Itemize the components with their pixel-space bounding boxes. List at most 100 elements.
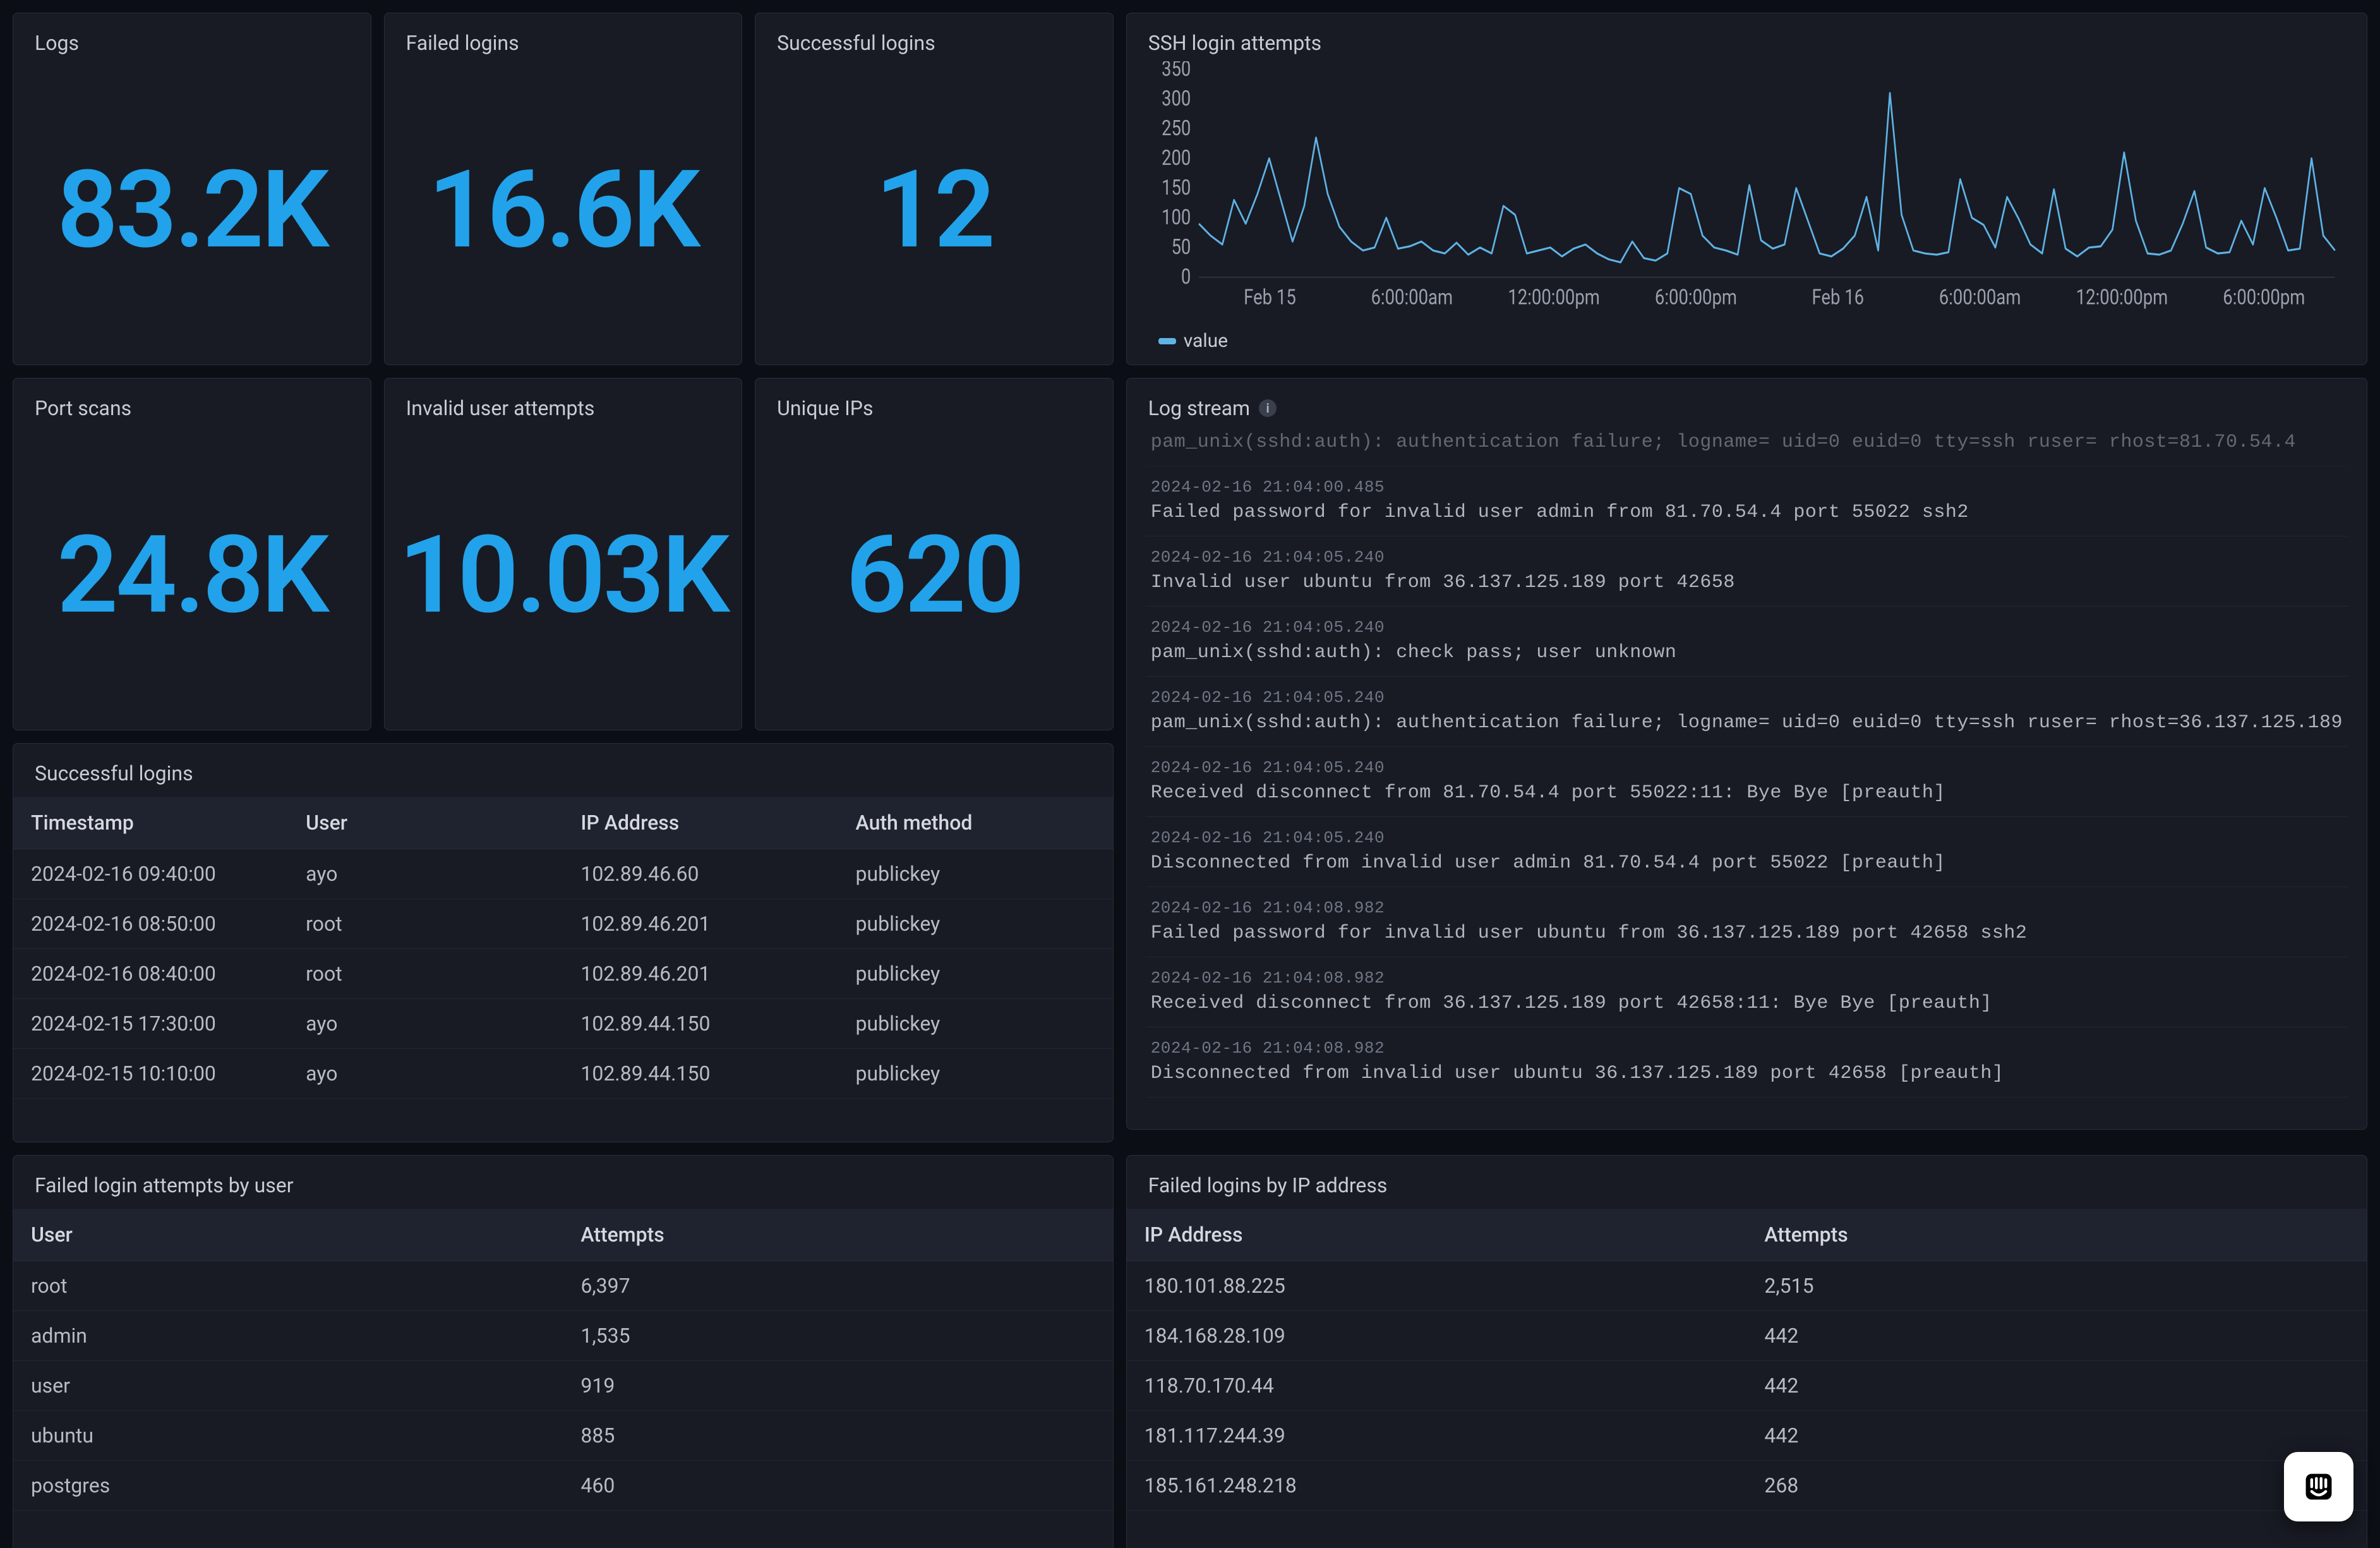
log-timestamp: 2024-02-16 21:04:05.240: [1151, 828, 2343, 847]
stat-panel-invalid-user-attempts[interactable]: Invalid user attempts 10.03K: [384, 378, 743, 730]
failed-by-user-table: User Attempts root6,397admin1,535user919…: [13, 1209, 1113, 1511]
stat-value: 16.6K: [385, 55, 742, 365]
table-row[interactable]: 181.117.244.39442: [1127, 1411, 2367, 1461]
col-attempts[interactable]: Attempts: [563, 1209, 1112, 1261]
log-message: Failed password for invalid user ubuntu …: [1151, 922, 2343, 944]
panel-title: SSH login attempts: [1127, 13, 2367, 55]
log-timestamp: 2024-02-16 21:04:05.240: [1151, 688, 2343, 707]
ssh-attempts-chart[interactable]: 050100150200250300350Feb 156:00:00am12:0…: [1152, 61, 2341, 317]
legend-swatch-icon: [1158, 338, 1176, 344]
panel-title: Successful logins: [13, 744, 1113, 785]
table-cell: publickey: [838, 1049, 1113, 1099]
log-entry[interactable]: 2024-02-16 21:04:08.982Received disconne…: [1146, 957, 2348, 1027]
table-row[interactable]: user919: [13, 1361, 1113, 1411]
log-message: pam_unix(sshd:auth): authentication fail…: [1151, 432, 2343, 453]
log-entry[interactable]: 2024-02-16 21:04:00.485Failed password f…: [1146, 466, 2348, 536]
stat-label: Successful logins: [755, 13, 1113, 55]
table-cell: root: [13, 1261, 563, 1311]
panel-failed-by-user[interactable]: Failed login attempts by user User Attem…: [13, 1155, 1114, 1548]
table-row[interactable]: 2024-02-16 09:40:00ayo102.89.46.60public…: [13, 849, 1113, 899]
svg-text:Feb 16: Feb 16: [1812, 286, 1864, 310]
info-icon[interactable]: i: [1259, 399, 1277, 417]
stat-label: Invalid user attempts: [385, 378, 742, 420]
table-cell: publickey: [838, 999, 1113, 1049]
svg-text:50: 50: [1171, 236, 1191, 260]
table-row[interactable]: 180.101.88.2252,515: [1127, 1261, 2367, 1311]
log-entry[interactable]: 2024-02-16 21:04:05.240 pam_unix(sshd:aut…: [1146, 677, 2348, 747]
stat-value: 620: [755, 420, 1113, 730]
table-cell: 2,515: [1746, 1261, 2367, 1311]
stat-panel-unique-ips[interactable]: Unique IPs 620: [755, 378, 1114, 730]
log-message: Received disconnect from 36.137.125.189 …: [1151, 993, 2343, 1014]
table-cell: 118.70.170.44: [1127, 1361, 1747, 1411]
successful-logins-table: Timestamp User IP Address Auth method 20…: [13, 797, 1113, 1099]
col-user[interactable]: User: [288, 797, 563, 849]
intercom-launcher[interactable]: [2284, 1452, 2353, 1521]
log-entry[interactable]: 2024-02-16 21:04:05.240Invalid user ubun…: [1146, 536, 2348, 607]
table-cell: 180.101.88.225: [1127, 1261, 1747, 1311]
svg-text:300: 300: [1162, 87, 1191, 111]
col-timestamp[interactable]: Timestamp: [13, 797, 288, 849]
legend-label: value: [1184, 330, 1228, 352]
table-cell: 442: [1746, 1311, 2367, 1361]
stat-label: Port scans: [13, 378, 371, 420]
table-cell: admin: [13, 1311, 563, 1361]
table-cell: ayo: [288, 1049, 563, 1099]
table-cell: ubuntu: [13, 1411, 563, 1461]
table-row[interactable]: 2024-02-15 10:10:00ayo102.89.44.150publi…: [13, 1049, 1113, 1099]
table-cell: 2024-02-16 08:50:00: [13, 899, 288, 949]
panel-log-stream[interactable]: Log stream i pam_unix(sshd:auth): authen…: [1126, 378, 2367, 1130]
log-message: pam_unix(sshd:auth): authentication fail…: [1151, 712, 2343, 734]
panel-failed-by-ip[interactable]: Failed logins by IP address IP Address A…: [1126, 1155, 2367, 1548]
table-row[interactable]: 185.161.248.218268: [1127, 1461, 2367, 1511]
svg-text:6:00:00pm: 6:00:00pm: [2223, 286, 2305, 310]
log-entry[interactable]: 2024-02-16 21:04:08.982Disconnected from…: [1146, 1027, 2348, 1098]
stat-panel-logs[interactable]: Logs 83.2K: [13, 13, 371, 365]
table-cell: user: [13, 1361, 563, 1411]
table-cell: 460: [563, 1461, 1112, 1511]
table-cell: 2024-02-15 17:30:00: [13, 999, 288, 1049]
log-entry[interactable]: 2024-02-16 21:04:05.240Disconnected from…: [1146, 817, 2348, 887]
col-user[interactable]: User: [13, 1209, 563, 1261]
chart-legend: value: [1152, 317, 2341, 352]
log-entry[interactable]: 2024-02-16 21:04:05.240Received disconne…: [1146, 747, 2348, 817]
log-entry[interactable]: 2024-02-16 21:04:05.240pam_unix(sshd:aut…: [1146, 607, 2348, 677]
log-entry[interactable]: 2024-02-16 21:04:08.982Failed password f…: [1146, 887, 2348, 957]
table-row[interactable]: admin1,535: [13, 1311, 1113, 1361]
col-ip[interactable]: IP Address: [1127, 1209, 1747, 1261]
table-cell: 102.89.46.201: [563, 899, 838, 949]
stat-label: Failed logins: [385, 13, 742, 55]
panel-title-text: Log stream: [1148, 396, 1250, 420]
stat-value: 83.2K: [13, 55, 371, 365]
table-cell: ayo: [288, 849, 563, 899]
log-stream-list[interactable]: pam_unix(sshd:auth): authentication fail…: [1127, 420, 2367, 1129]
table-row[interactable]: postgres460: [13, 1461, 1113, 1511]
table-row[interactable]: 118.70.170.44442: [1127, 1361, 2367, 1411]
panel-successful-logins[interactable]: Successful logins Timestamp User IP Addr…: [13, 743, 1114, 1142]
table-cell: 181.117.244.39: [1127, 1411, 1747, 1461]
col-attempts[interactable]: Attempts: [1746, 1209, 2367, 1261]
svg-text:100: 100: [1162, 206, 1191, 230]
svg-text:12:00:00pm: 12:00:00pm: [2076, 286, 2168, 310]
table-row[interactable]: 184.168.28.109442: [1127, 1311, 2367, 1361]
col-ip[interactable]: IP Address: [563, 797, 838, 849]
panel-title: Failed logins by IP address: [1127, 1156, 2367, 1197]
table-cell: ayo: [288, 999, 563, 1049]
svg-text:150: 150: [1162, 176, 1191, 200]
table-row[interactable]: ubuntu885: [13, 1411, 1113, 1461]
table-row[interactable]: 2024-02-15 17:30:00ayo102.89.44.150publi…: [13, 999, 1113, 1049]
chat-icon: [2302, 1470, 2335, 1503]
panel-title: Log stream i: [1127, 378, 2367, 420]
log-timestamp: 2024-02-16 21:04:05.240: [1151, 548, 2343, 567]
table-row[interactable]: root6,397: [13, 1261, 1113, 1311]
log-message: Failed password for invalid user admin f…: [1151, 502, 2343, 523]
table-row[interactable]: 2024-02-16 08:40:00root102.89.46.201publ…: [13, 949, 1113, 999]
table-row[interactable]: 2024-02-16 08:50:00root102.89.46.201publ…: [13, 899, 1113, 949]
panel-ssh-chart[interactable]: SSH login attempts 050100150200250300350…: [1126, 13, 2367, 365]
stat-panel-failed-logins[interactable]: Failed logins 16.6K: [384, 13, 743, 365]
failed-by-ip-table: IP Address Attempts 180.101.88.2252,5151…: [1127, 1209, 2367, 1511]
log-message: Disconnected from invalid user ubuntu 36…: [1151, 1063, 2343, 1084]
stat-panel-port-scans[interactable]: Port scans 24.8K: [13, 378, 371, 730]
col-auth[interactable]: Auth method: [838, 797, 1113, 849]
stat-panel-successful-logins[interactable]: Successful logins 12: [755, 13, 1114, 365]
